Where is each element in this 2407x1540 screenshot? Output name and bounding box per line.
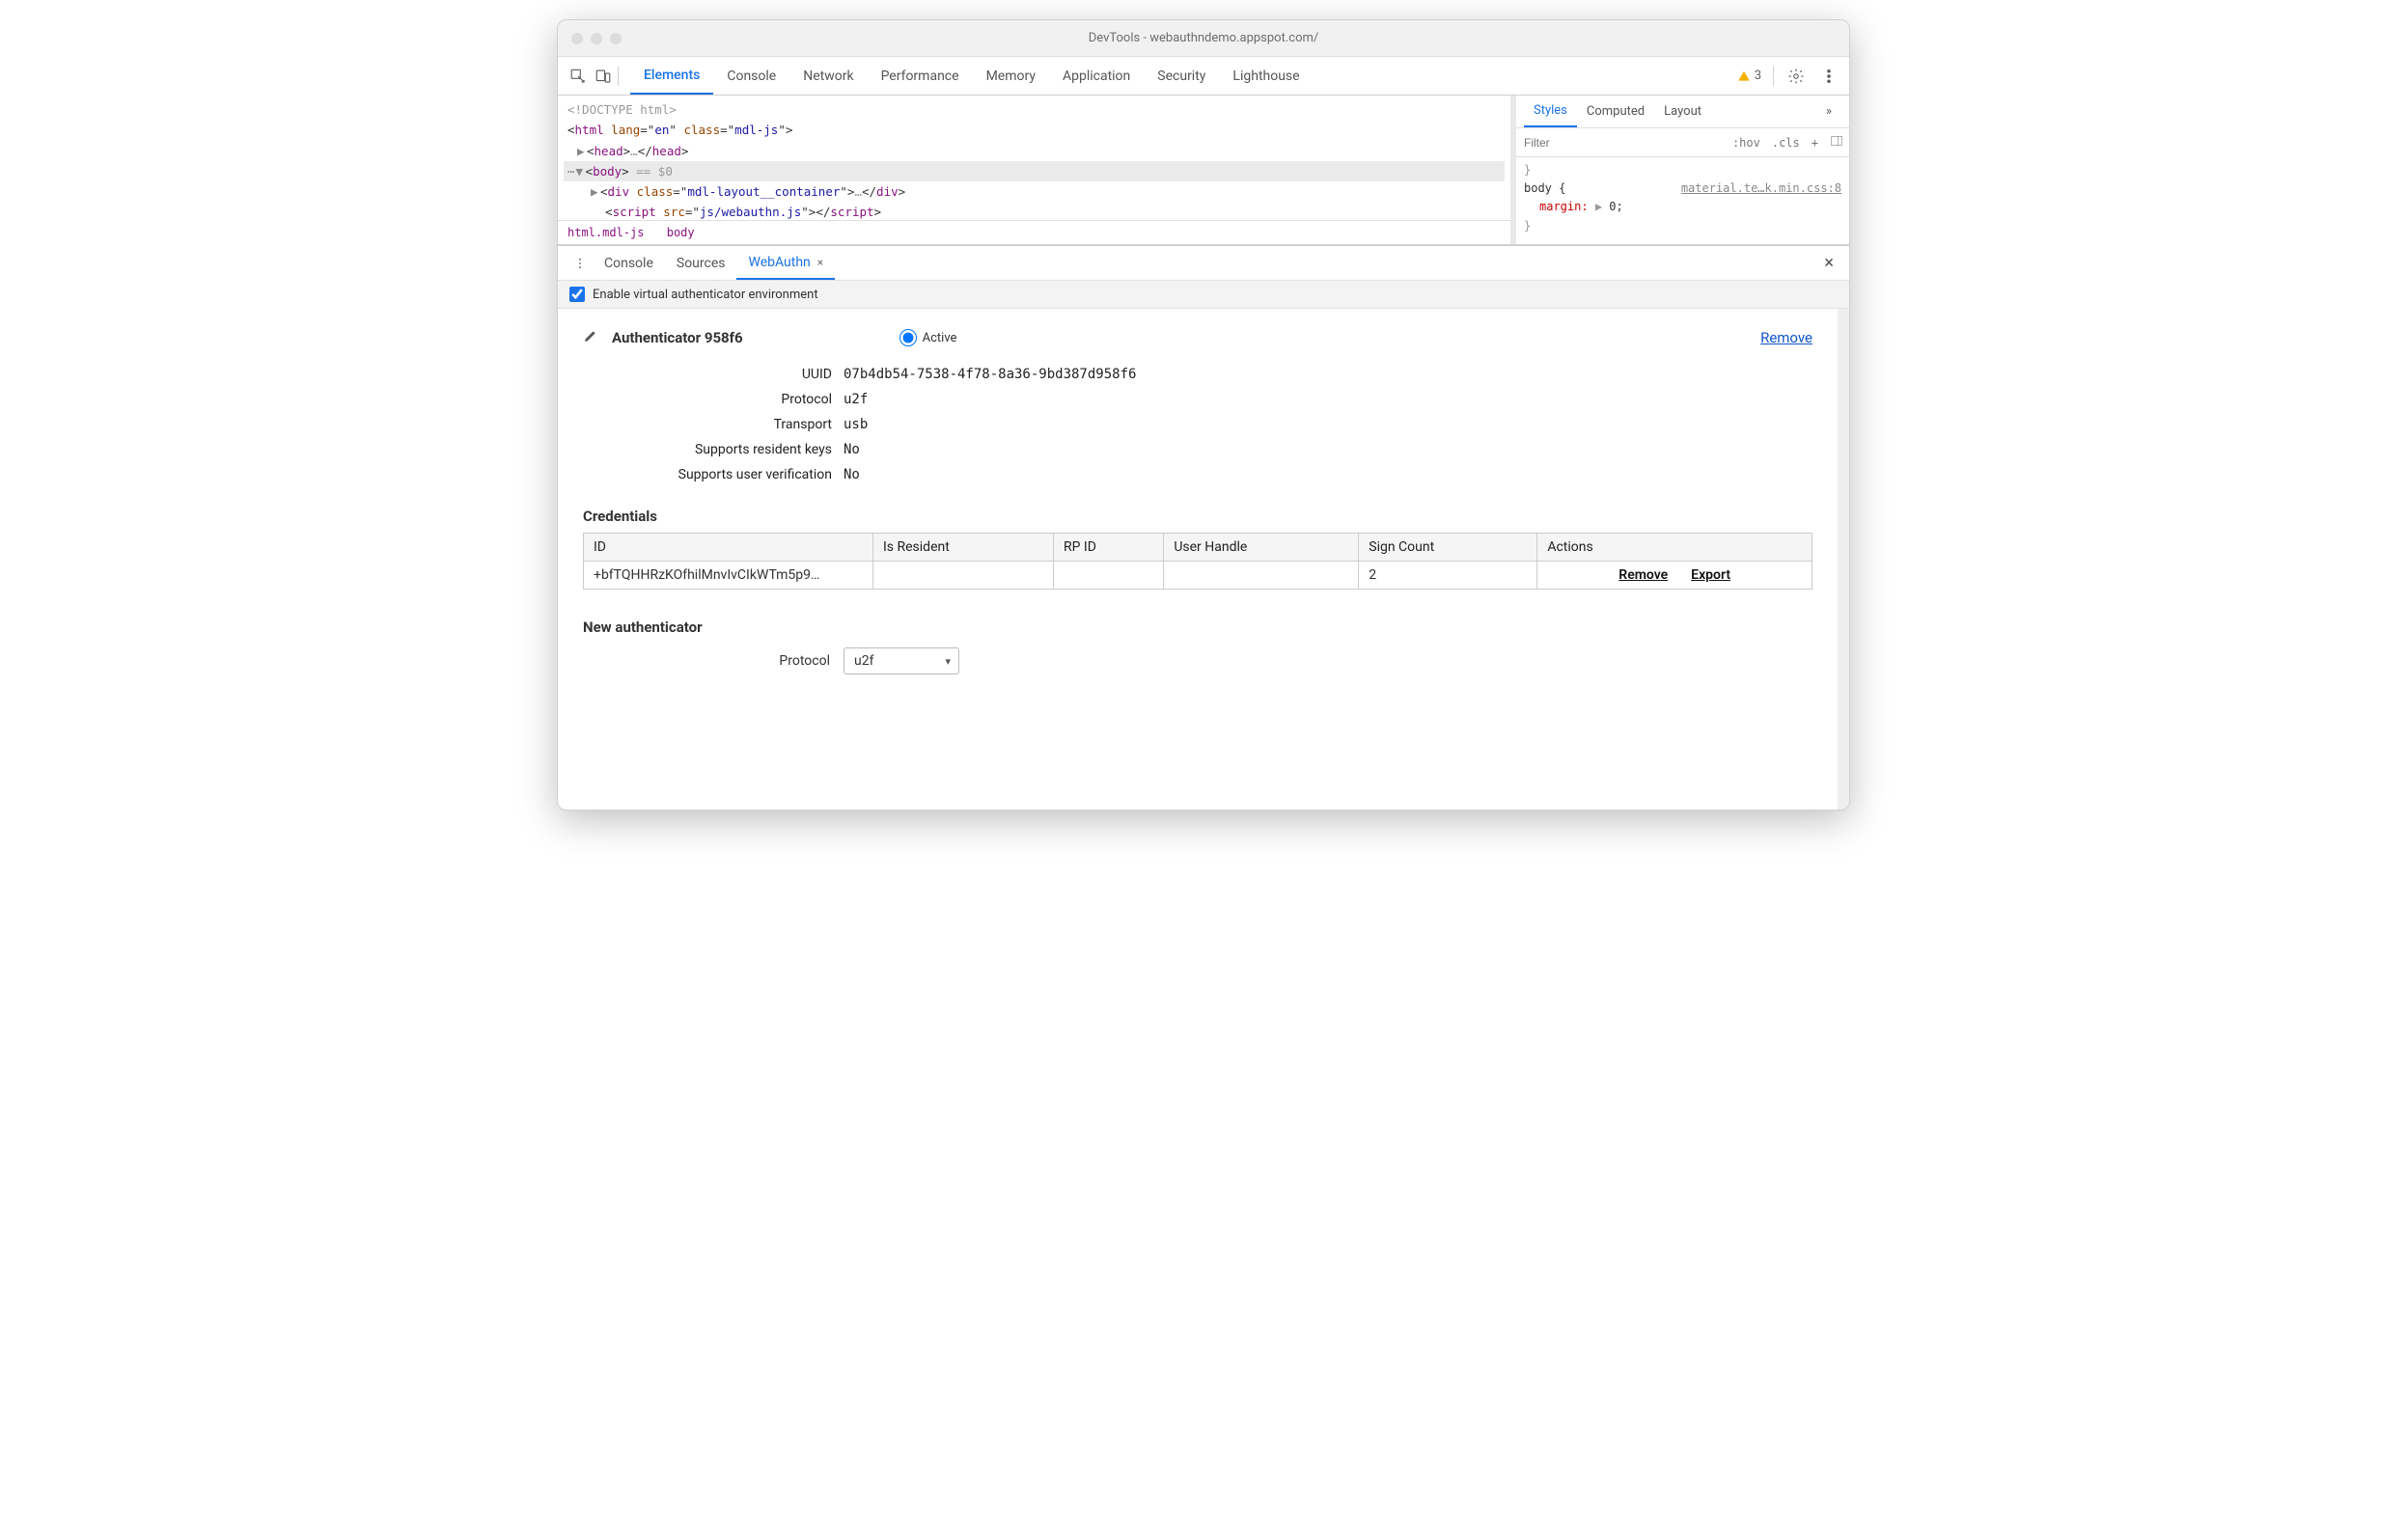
selected-node[interactable]: ⋯▼<body> == $0 [564,161,1505,181]
enable-bar: Enable virtual authenticator environment [558,281,1849,309]
styles-panel: Styles Computed Layout » :hov .cls + } b… [1516,96,1849,244]
warnings-badge[interactable]: 3 [1737,69,1761,83]
new-rule-icon[interactable]: + [1806,136,1824,150]
dom-tree[interactable]: <!DOCTYPE html> <html lang="en" class="m… [558,96,1510,220]
tab-network[interactable]: Network [789,59,867,94]
warning-icon [1737,69,1751,83]
main-tabs: Elements Console Network Performance Mem… [630,58,1314,95]
styles-tab-computed[interactable]: Computed [1577,96,1654,126]
new-protocol-select[interactable]: u2f [844,647,959,674]
col-actions: Actions [1537,534,1812,562]
cred-user-handle [1164,562,1359,590]
tab-performance[interactable]: Performance [868,59,973,94]
new-protocol-label: Protocol [583,653,830,669]
authenticator-details: UUID 07b4db54-7538-4f78-8a36-9bd387d958f… [583,367,1812,482]
drawer-menu-icon[interactable] [567,257,593,270]
css-rules[interactable]: } body {material.te…k.min.css:8 margin: … [1516,157,1849,239]
cred-is-resident [873,562,1054,590]
authenticator-header: Authenticator 958f6 Active Remove [583,328,1812,347]
device-toggle-icon[interactable] [593,66,614,87]
drawer-tab-console[interactable]: Console [593,248,665,279]
inspect-icon[interactable] [567,66,589,87]
titlebar: DevTools - webauthndemo.appspot.com/ [558,20,1849,57]
enable-virtual-label: Enable virtual authenticator environment [593,288,818,302]
window-title: DevTools - webauthndemo.appspot.com/ [558,31,1849,45]
close-icon[interactable]: × [815,256,823,269]
tab-lighthouse[interactable]: Lighthouse [1219,59,1313,94]
styles-tab-styles[interactable]: Styles [1524,96,1577,127]
col-is-resident[interactable]: Is Resident [873,534,1054,562]
new-authenticator-title: New authenticator [583,619,1812,636]
styles-tab-more[interactable]: » [1816,96,1841,126]
breadcrumb[interactable]: html.mdl-js body [558,220,1510,244]
cred-id: +bfTQHHRzKOfhilMnvIvCIkWTm5p9… [584,562,873,590]
tab-security[interactable]: Security [1144,59,1219,94]
active-label: Active [923,331,957,345]
separator [1773,67,1774,86]
tab-memory[interactable]: Memory [973,59,1049,94]
separator [618,67,619,86]
styles-filter-input[interactable] [1516,132,1727,153]
gear-icon[interactable] [1785,66,1807,87]
hov-toggle[interactable]: :hov [1727,136,1766,150]
tab-elements[interactable]: Elements [630,58,713,95]
user-verification-value: No [844,467,1812,482]
col-sign-count[interactable]: Sign Count [1359,534,1537,562]
credential-remove-link[interactable]: Remove [1618,567,1668,583]
uuid-value: 07b4db54-7538-4f78-8a36-9bd387d958f6 [844,367,1812,382]
credential-export-link[interactable]: Export [1691,567,1730,583]
cred-rp-id [1053,562,1163,590]
cls-toggle[interactable]: .cls [1766,136,1806,150]
sidebar-toggle-icon[interactable] [1824,134,1849,151]
doctype: <!DOCTYPE html> [567,102,677,117]
tab-console[interactable]: Console [713,59,789,94]
pencil-icon[interactable] [583,328,598,347]
kebab-icon[interactable] [1818,66,1840,87]
credentials-title: Credentials [583,508,1812,525]
transport-value: usb [844,417,1812,432]
resident-keys-value: No [844,442,1812,457]
drawer-tab-sources[interactable]: Sources [665,248,737,279]
col-id[interactable]: ID [584,534,873,562]
remove-authenticator-link[interactable]: Remove [1760,329,1812,346]
table-header-row: ID Is Resident RP ID User Handle Sign Co… [584,534,1812,562]
active-radio[interactable] [899,329,917,346]
styles-tab-layout[interactable]: Layout [1654,96,1711,126]
drawer-close-icon[interactable]: × [1818,253,1840,273]
breadcrumb-html[interactable]: html.mdl-js [567,226,644,239]
tab-application[interactable]: Application [1049,59,1144,94]
drawer: Console Sources WebAuthn × × Enable virt… [558,245,1849,810]
cred-sign-count: 2 [1359,562,1537,590]
enable-virtual-checkbox[interactable] [569,287,585,302]
protocol-value: u2f [844,392,1812,407]
top-toolbar: Elements Console Network Performance Mem… [558,57,1849,96]
dom-panel: <!DOCTYPE html> <html lang="en" class="m… [558,96,1516,244]
breadcrumb-body[interactable]: body [667,226,695,239]
authenticator-title: Authenticator 958f6 [612,329,743,346]
drawer-tab-webauthn[interactable]: WebAuthn × [736,247,835,280]
col-rp-id[interactable]: RP ID [1053,534,1163,562]
source-link[interactable]: material.te…k.min.css:8 [1681,179,1841,198]
warnings-count: 3 [1755,69,1761,83]
table-row[interactable]: +bfTQHHRzKOfhilMnvIvCIkWTm5p9… 2 Remove … [584,562,1812,590]
credentials-table: ID Is Resident RP ID User Handle Sign Co… [583,533,1812,590]
col-user-handle[interactable]: User Handle [1164,534,1359,562]
